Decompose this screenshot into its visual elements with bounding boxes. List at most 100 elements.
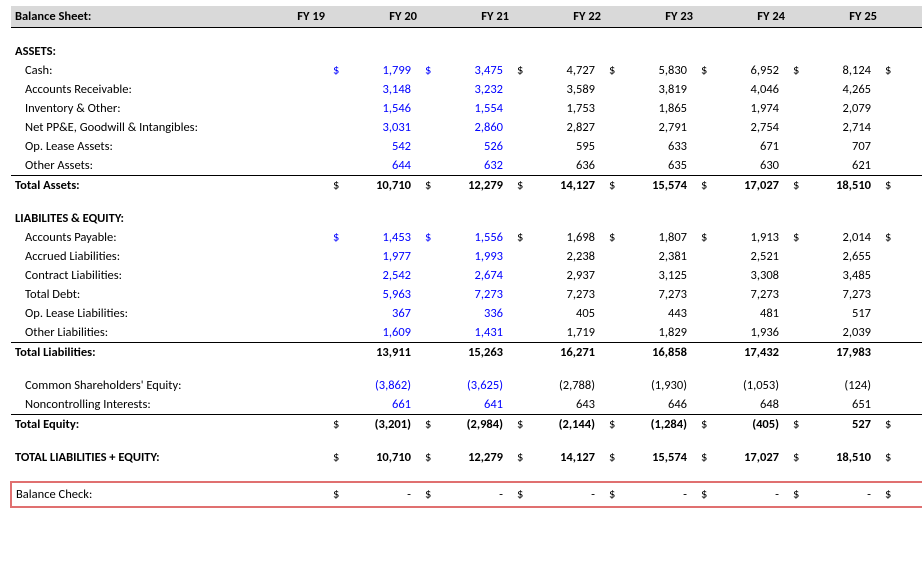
cell-value: 3,125 [627, 266, 697, 285]
cell-value: (124) [811, 376, 881, 395]
cell-value: 633 [627, 137, 697, 156]
currency-symbol [881, 247, 903, 266]
cell-value: 2,521 [719, 247, 789, 266]
cell-value: 443 [627, 304, 697, 323]
row-label: Contract Liabilities: [11, 266, 257, 285]
currency-symbol [697, 395, 719, 415]
cell-value: 1,936 [719, 323, 789, 343]
cell-value: 3,232 [443, 80, 513, 99]
cell-value: (405) [719, 415, 789, 435]
fy19-cell [257, 448, 329, 467]
currency-symbol [421, 323, 443, 343]
cell-value: 7,273 [627, 285, 697, 304]
currency-symbol [881, 343, 903, 363]
data-row: Accounts Receivable:3,1483,2323,5893,819… [11, 80, 922, 99]
fy19-cell [257, 118, 329, 137]
section-heading: ASSETS: [11, 42, 922, 61]
currency-symbol: $ [605, 176, 627, 196]
cell-value: 526 [443, 137, 513, 156]
currency-symbol: $ [605, 61, 627, 80]
currency-symbol [329, 137, 351, 156]
cell-value: 527 [811, 415, 881, 435]
cell-value: 1,799 [351, 61, 421, 80]
cell-value: 19,994 [903, 176, 922, 196]
currency-symbol [513, 137, 535, 156]
data-row: Accrued Liabilities:1,9771,9932,2382,381… [11, 247, 922, 266]
currency-symbol [513, 304, 535, 323]
section-heading: LIABILITES & EQUITY: [11, 209, 922, 228]
row-label: Cash: [11, 61, 257, 80]
currency-symbol [513, 266, 535, 285]
cell-value: 6,952 [719, 61, 789, 80]
row-label: Op. Lease Liabilities: [11, 304, 257, 323]
currency-symbol [513, 156, 535, 176]
cell-value: 1,556 [443, 228, 513, 247]
cell-value: 18,510 [811, 448, 881, 467]
cell-value: 3,485 [811, 266, 881, 285]
fy19-cell [257, 266, 329, 285]
data-row: Noncontrolling Interests:661641643646648… [11, 395, 922, 415]
currency-symbol: $ [513, 482, 535, 507]
currency-symbol: $ [329, 482, 351, 507]
data-row: Total Debt:5,9637,2737,2737,2737,2737,27… [11, 285, 922, 304]
grand-total: TOTAL LIABILITIES + EQUITY:$10,710$12,27… [11, 448, 922, 467]
fy19-cell [257, 343, 329, 363]
currency-symbol [421, 266, 443, 285]
cell-value: (3,201) [351, 415, 421, 435]
row-label: Total Debt: [11, 285, 257, 304]
fy19-cell [257, 376, 329, 395]
currency-symbol [697, 304, 719, 323]
cell-value: 336 [443, 304, 513, 323]
currency-symbol [605, 304, 627, 323]
cell-value: 1,977 [351, 247, 421, 266]
cell-value: 7,273 [535, 285, 605, 304]
currency-symbol [513, 376, 535, 395]
currency-symbol [329, 99, 351, 118]
currency-symbol: $ [605, 415, 627, 435]
cell-value: (3,625) [443, 376, 513, 395]
cell-value: 2,714 [811, 118, 881, 137]
cell-value: 595 [535, 137, 605, 156]
cell-value: 2,937 [535, 266, 605, 285]
row-label: TOTAL LIABILITIES + EQUITY: [11, 448, 257, 467]
currency-symbol: $ [513, 415, 535, 435]
currency-symbol: $ [329, 61, 351, 80]
currency-symbol [421, 137, 443, 156]
cell-value: 3,148 [351, 80, 421, 99]
cell-value: 2,173 [903, 99, 922, 118]
cell-value: 1,513 [903, 415, 922, 435]
fy19-cell [257, 482, 329, 507]
cell-value: 2,039 [811, 323, 881, 343]
fy19-cell [257, 228, 329, 247]
cell-value: 14,127 [535, 448, 605, 467]
cell-value: 1,974 [719, 99, 789, 118]
currency-symbol [513, 285, 535, 304]
currency-symbol [881, 118, 903, 137]
data-row: Op. Lease Liabilities:367336405443481517… [11, 304, 922, 323]
cell-value: 2,238 [535, 247, 605, 266]
cell-value: 1,719 [535, 323, 605, 343]
currency-symbol [881, 137, 903, 156]
currency-symbol: $ [697, 448, 719, 467]
currency-symbol [881, 285, 903, 304]
currency-symbol [697, 266, 719, 285]
sheet-title: Balance Sheet: [11, 6, 257, 28]
currency-symbol [881, 99, 903, 118]
currency-symbol [605, 156, 627, 176]
cell-value: 517 [811, 304, 881, 323]
cell-value: 7,273 [811, 285, 881, 304]
currency-symbol [789, 99, 811, 118]
currency-symbol [881, 266, 903, 285]
cell-value: 2,860 [443, 118, 513, 137]
cell-value: 635 [627, 156, 697, 176]
currency-symbol [605, 118, 627, 137]
currency-symbol [605, 323, 627, 343]
cell-value: 4,727 [535, 61, 605, 80]
col-FY 22: FY 22 [535, 6, 605, 28]
cell-value: 481 [719, 304, 789, 323]
fy19-cell [257, 247, 329, 266]
data-row: Net PP&E, Goodwill & Intangibles:3,0312,… [11, 118, 922, 137]
currency-symbol [697, 80, 719, 99]
currency-symbol [605, 137, 627, 156]
row-label: Total Equity: [11, 415, 257, 435]
